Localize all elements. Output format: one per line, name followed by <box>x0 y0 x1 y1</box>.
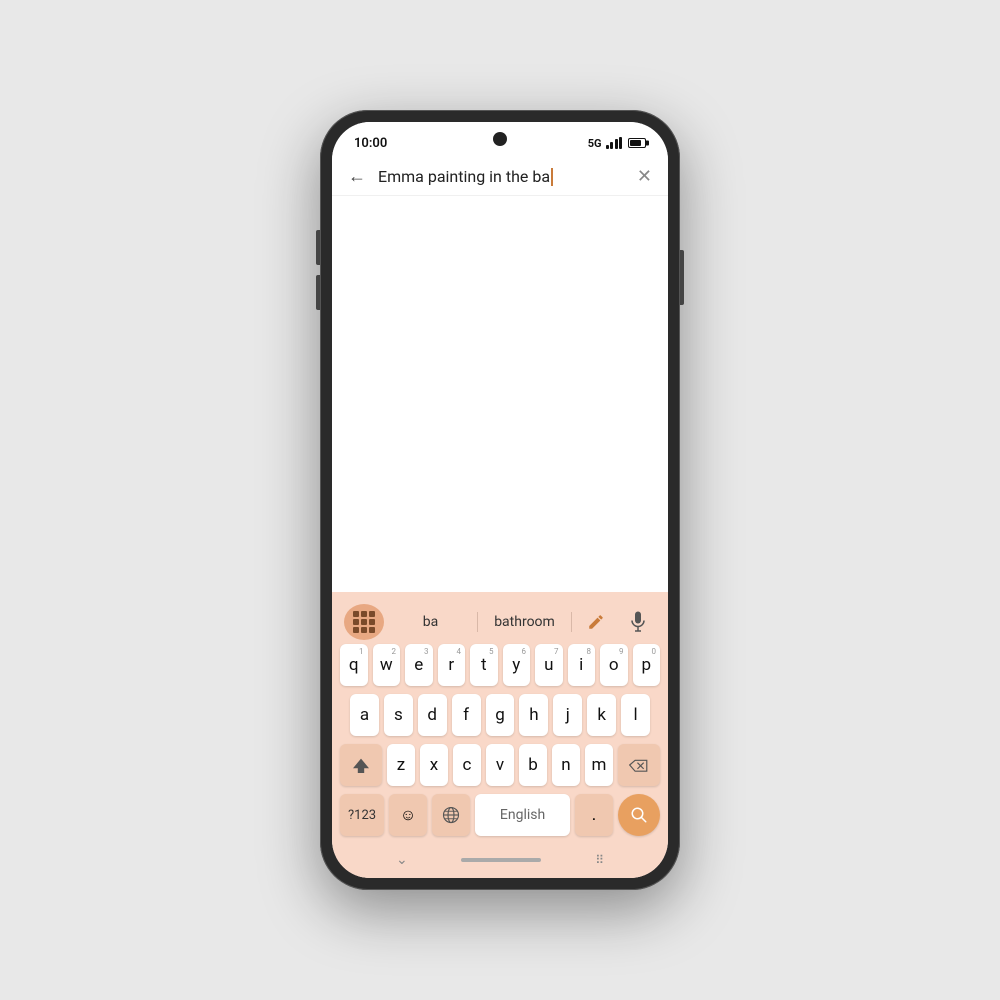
nav-bar: ⌄ ⠿ <box>336 842 664 878</box>
emoji-key[interactable]: ☺ <box>389 794 427 836</box>
shift-key[interactable] <box>340 744 382 786</box>
globe-key[interactable] <box>432 794 470 836</box>
key-rows: 1q 2w 3e 4r 5t 6y 7u 8i 9o 0p a s d f <box>336 644 664 786</box>
period-label: . <box>592 805 596 825</box>
suggestion-divider-2 <box>571 612 572 632</box>
keyboard-layout-icon[interactable]: ⠿ <box>595 853 604 867</box>
period-key[interactable]: . <box>575 794 613 836</box>
suggestion-bar: ba bathroom <box>336 600 664 644</box>
back-button[interactable]: ← <box>348 166 366 187</box>
key-q[interactable]: 1q <box>340 644 368 686</box>
home-indicator <box>461 858 541 862</box>
power-button[interactable] <box>680 250 684 305</box>
search-text: Emma painting in the ba <box>378 167 550 186</box>
suggestion-word-2[interactable]: bathroom <box>484 608 565 636</box>
number-key[interactable]: ?123 <box>340 794 384 836</box>
key-d[interactable]: d <box>418 694 447 736</box>
key-o[interactable]: 9o <box>600 644 628 686</box>
status-icons: 5G <box>588 137 646 150</box>
key-g[interactable]: g <box>486 694 515 736</box>
key-k[interactable]: k <box>587 694 616 736</box>
key-x[interactable]: x <box>420 744 448 786</box>
battery-icon <box>628 138 646 148</box>
key-s[interactable]: s <box>384 694 413 736</box>
search-key[interactable] <box>618 794 660 836</box>
keyboard-apps-button[interactable] <box>344 604 384 640</box>
text-cursor <box>551 168 553 186</box>
suggestion-word-1[interactable]: ba <box>390 608 471 636</box>
key-n[interactable]: n <box>552 744 580 786</box>
key-row-2: a s d f g h j k l <box>340 694 660 736</box>
key-t[interactable]: 5t <box>470 644 498 686</box>
network-indicator: 5G <box>588 137 602 150</box>
phone-frame: 10:00 5G ← Emma painting in the ba <box>320 110 680 890</box>
keyboard: ba bathroom <box>332 592 668 878</box>
key-w[interactable]: 2w <box>373 644 401 686</box>
bottom-key-row: ?123 ☺ English <box>336 794 664 836</box>
signal-icon <box>606 137 623 149</box>
space-key[interactable]: English <box>475 794 570 836</box>
key-m[interactable]: m <box>585 744 613 786</box>
key-b[interactable]: b <box>519 744 547 786</box>
signal-bar-4 <box>619 137 622 149</box>
suggestion-divider <box>477 612 478 632</box>
search-bar[interactable]: ← Emma painting in the ba ✕ <box>332 158 668 196</box>
key-r[interactable]: 4r <box>438 644 466 686</box>
key-y[interactable]: 6y <box>503 644 531 686</box>
key-h[interactable]: h <box>519 694 548 736</box>
volume-up-button[interactable] <box>316 230 320 265</box>
volume-down-button[interactable] <box>316 275 320 310</box>
search-input-area[interactable]: Emma painting in the ba <box>378 167 625 186</box>
battery-fill <box>630 140 641 146</box>
key-l[interactable]: l <box>621 694 650 736</box>
key-f[interactable]: f <box>452 694 481 736</box>
space-label: English <box>500 807 545 823</box>
key-p[interactable]: 0p <box>633 644 661 686</box>
keyboard-hide-icon[interactable]: ⌄ <box>396 852 408 868</box>
key-u[interactable]: 7u <box>535 644 563 686</box>
clear-button[interactable]: ✕ <box>637 166 652 187</box>
key-j[interactable]: j <box>553 694 582 736</box>
status-time: 10:00 <box>354 136 387 151</box>
microphone-icon[interactable] <box>620 604 656 640</box>
key-a[interactable]: a <box>350 694 379 736</box>
key-z[interactable]: z <box>387 744 415 786</box>
pencil-icon[interactable] <box>578 604 614 640</box>
signal-bar-3 <box>615 139 618 149</box>
key-v[interactable]: v <box>486 744 514 786</box>
phone-screen: 10:00 5G ← Emma painting in the ba <box>332 122 668 878</box>
main-content <box>332 196 668 592</box>
key-row-1: 1q 2w 3e 4r 5t 6y 7u 8i 9o 0p <box>340 644 660 686</box>
apps-grid-icon <box>353 611 375 633</box>
emoji-icon: ☺ <box>400 805 416 825</box>
key-e[interactable]: 3e <box>405 644 433 686</box>
key-i[interactable]: 8i <box>568 644 596 686</box>
delete-key[interactable] <box>618 744 660 786</box>
key-c[interactable]: c <box>453 744 481 786</box>
key-row-3: z x c v b n m <box>340 744 660 786</box>
camera-notch <box>493 132 507 146</box>
status-bar: 10:00 5G <box>332 122 668 158</box>
signal-bar-2 <box>610 142 613 149</box>
signal-bar-1 <box>606 145 609 149</box>
